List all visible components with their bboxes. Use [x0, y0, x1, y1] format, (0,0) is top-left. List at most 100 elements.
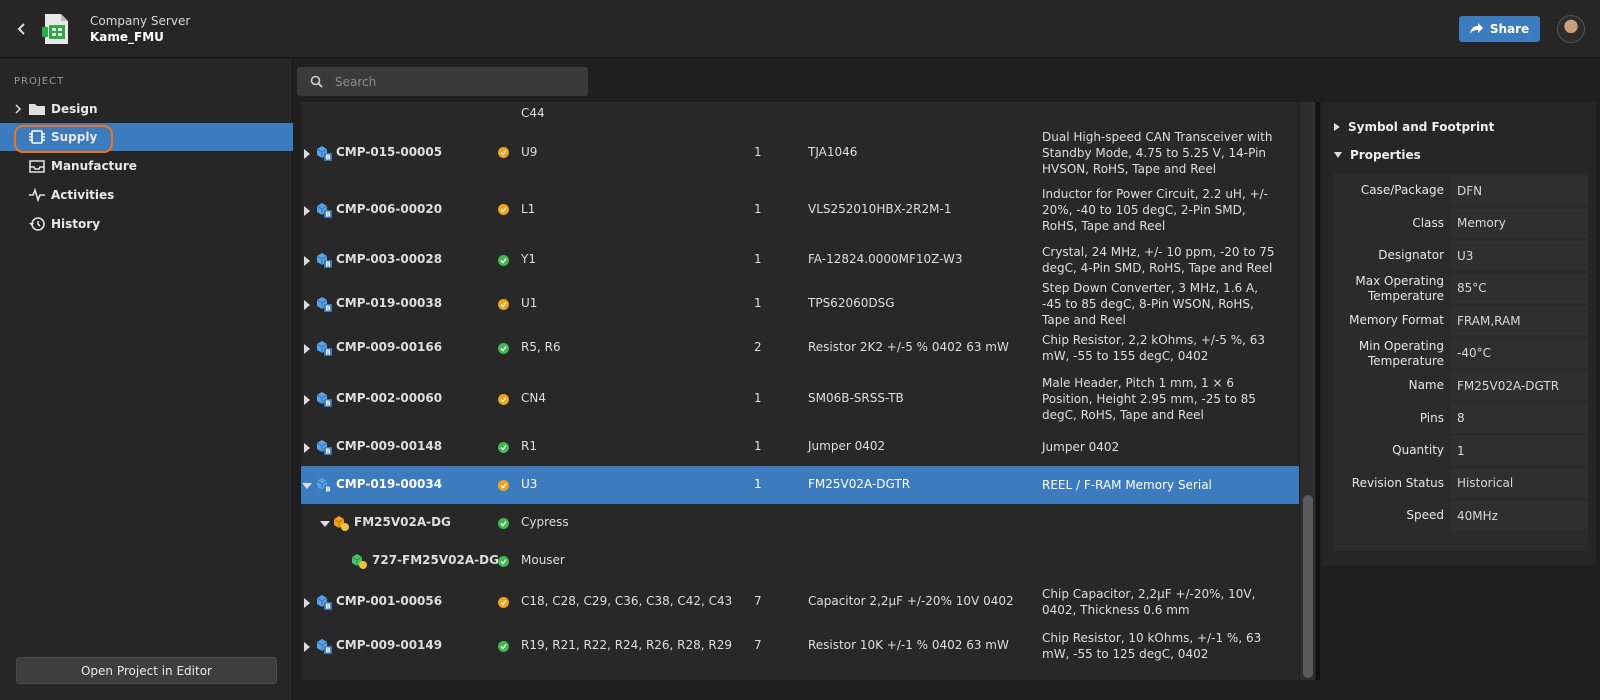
- svg-text:B: B: [325, 400, 330, 408]
- sidebar-item-history[interactable]: History: [0, 210, 293, 238]
- expand-caret-right-icon[interactable]: [302, 255, 312, 266]
- table-row[interactable]: FM25V02A-DG Cypress: [301, 504, 1299, 542]
- description-cell: Chip Resistor, 2,2 kOhms, +/-5 %, 63 mW,…: [1042, 333, 1266, 363]
- expand-caret-down-icon[interactable]: [320, 518, 330, 528]
- table-row[interactable]: B CMP-001-00056 C18, C28, C29, C36, C38, C…: [301, 580, 1299, 624]
- svg-text:B: B: [325, 153, 330, 161]
- sidebar-item-label: Activities: [51, 188, 115, 202]
- sidebar-item-design[interactable]: Design: [0, 95, 293, 123]
- part-id-cell[interactable]: CMP-001-00056: [336, 594, 442, 608]
- property-label: Revision Status: [1351, 475, 1444, 490]
- share-label: Share: [1489, 22, 1530, 36]
- svg-text:B: B: [325, 210, 330, 218]
- part-name-cell: Resistor 2K2 +/-5 % 0402 63 mW: [808, 340, 1009, 354]
- designators-cell: U1: [521, 296, 538, 310]
- designators-cell: Y1: [521, 252, 536, 266]
- supplier-part-icon: [351, 553, 367, 569]
- table-row[interactable]: 727-FM25V02A-DG Mouser: [301, 542, 1299, 580]
- search-icon: [310, 75, 323, 88]
- share-arrow-icon: [1469, 23, 1483, 34]
- share-button[interactable]: Share: [1459, 16, 1540, 42]
- part-id-cell[interactable]: CMP-009-00149: [336, 638, 442, 652]
- status-ok-icon: [498, 342, 509, 354]
- part-id-cell[interactable]: CMP-009-00166: [336, 340, 442, 354]
- expand-caret-right-icon[interactable]: [302, 394, 312, 405]
- section-title: Symbol and Footprint: [1348, 120, 1495, 134]
- designators-cell: R19, R21, R22, R24, R26, R28, R29: [521, 638, 733, 652]
- table-row[interactable]: B CMP-009-00148 R1 1 Jumper 0402 Jumper 0402: [301, 428, 1299, 466]
- panel-divider[interactable]: [1316, 102, 1320, 680]
- expand-caret-right-icon[interactable]: [302, 343, 312, 354]
- table-row[interactable]: B CMP-009-00149 R19, R21, R22, R24, R26, R…: [301, 624, 1299, 668]
- chevron-right-icon[interactable]: [14, 103, 22, 115]
- quantity-cell: 1: [754, 201, 762, 216]
- part-name-cell: TPS62060DSG: [808, 296, 895, 310]
- description-cell: Step Down Converter, 3 MHz, 1.6 A, -45 t…: [1042, 281, 1259, 327]
- table-row[interactable]: B CMP-006-00020 L1 1 VLS252010HBX-2R2M-1 Indu…: [301, 181, 1299, 238]
- part-id-cell[interactable]: CMP-009-00148: [336, 439, 442, 453]
- part-id-cell[interactable]: 727-FM25V02A-DG: [372, 553, 499, 567]
- sidebar-item-label: Design: [51, 102, 98, 116]
- part-id-cell[interactable]: CMP-002-00060: [336, 391, 442, 405]
- property-label: Max Operating Temperature: [1355, 273, 1444, 303]
- expand-caret-right-icon[interactable]: [302, 442, 312, 453]
- sidebar-item-supply[interactable]: Supply: [0, 123, 293, 153]
- user-avatar[interactable]: [1557, 15, 1585, 43]
- table-row[interactable]: B CMP-003-00028 Y1 1 FA-12824.0000MF10Z-W3 Cr…: [301, 238, 1299, 282]
- part-name-cell: TJA1046: [808, 144, 858, 159]
- table-row[interactable]: B CMP-019-00038 U1 1 TPS62060DSG Step Down Co…: [301, 281, 1299, 327]
- table-scrollbar-thumb[interactable]: [1303, 495, 1313, 678]
- history-icon: [28, 216, 46, 232]
- expand-caret-right-icon[interactable]: [302, 148, 312, 159]
- caret-down-icon: [1334, 152, 1342, 158]
- back-arrow-icon[interactable]: [14, 19, 30, 39]
- property-label: Min Operating Temperature: [1358, 338, 1444, 368]
- table-row[interactable]: B CMP-002-00060 CN4 1 SM06B-SRSS-TB Male Head…: [301, 370, 1299, 428]
- quantity-cell: 1: [754, 477, 762, 491]
- description-cell: Chip Resistor, 10 kOhms, +/-1 %, 63 mW, …: [1042, 631, 1262, 661]
- part-id-cell[interactable]: CMP-019-00034: [336, 477, 442, 491]
- property-label: Case/Package: [1360, 183, 1444, 197]
- property-label: Speed: [1406, 508, 1444, 522]
- caret-right-icon: [1334, 123, 1340, 131]
- sidebar-item-manufacture[interactable]: Manufacture: [0, 152, 293, 180]
- symbol-footprint-section-toggle[interactable]: Symbol and Footprint: [1334, 120, 1494, 134]
- component-cube-icon: B: [316, 145, 332, 161]
- part-id-cell[interactable]: CMP-003-00028: [336, 252, 442, 266]
- section-title: Properties: [1350, 148, 1421, 162]
- manufacturer-part-icon: [333, 515, 349, 531]
- part-id-cell[interactable]: CMP-006-00020: [336, 202, 442, 216]
- property-value: -40°C: [1451, 338, 1588, 368]
- designators-cell: C18, C28, C29, C36, C38, C42, C43: [521, 594, 733, 608]
- part-id-cell[interactable]: CMP-019-00038: [336, 296, 442, 310]
- svg-text:B: B: [325, 647, 330, 655]
- table-row[interactable]: B CMP-015-00005 U9 1 TJA1046 Dual High-speed …: [301, 124, 1299, 181]
- table-row[interactable]: B CMP-009-00166 R5, R6 2 Resistor 2K2 +/-5 %…: [301, 326, 1299, 370]
- status-ok-icon: [498, 640, 509, 652]
- expand-caret-right-icon[interactable]: [302, 205, 312, 216]
- description-cell: Male Header, Pitch 1 mm, 1 × 6 Position,…: [1042, 376, 1256, 422]
- open-project-in-editor-button[interactable]: Open Project in Editor: [16, 657, 277, 684]
- table-row[interactable]: B CMP-019-00034 U3 1 FM25V02A-DGTR REEL / F-R…: [301, 466, 1299, 504]
- component-cube-icon: B: [316, 252, 332, 269]
- quantity-cell: 7: [754, 594, 762, 608]
- status-warning-icon: [498, 393, 509, 405]
- expand-caret-right-icon[interactable]: [302, 299, 312, 310]
- expand-caret-down-icon[interactable]: [302, 480, 312, 490]
- search-input[interactable]: [335, 73, 575, 91]
- properties-section-toggle[interactable]: Properties: [1334, 148, 1421, 162]
- part-id-cell[interactable]: CMP-015-00005: [336, 145, 442, 159]
- designators-cell: Cypress: [521, 515, 569, 529]
- property-value: U3: [1451, 241, 1588, 270]
- part-id-cell[interactable]: FM25V02A-DG: [354, 515, 451, 529]
- supply-table: C44 B CMP-015-00005 U9 1 TJA1046 Dual High-sp…: [301, 102, 1299, 680]
- component-cube-icon: B: [316, 202, 332, 218]
- expand-caret-right-icon[interactable]: [302, 641, 312, 652]
- part-name-cell: Resistor 10K +/-1 % 0402 63 mW: [808, 638, 1009, 652]
- designators-cell: U9: [521, 144, 538, 159]
- table-row-partial: C44: [301, 102, 1299, 124]
- expand-caret-right-icon[interactable]: [302, 597, 312, 608]
- sidebar-item-activities[interactable]: Activities: [0, 181, 293, 209]
- description-cell: Chip Capacitor, 2,2µF +/-20%, 10V, 0402,…: [1042, 587, 1256, 617]
- property-value: 8: [1451, 403, 1588, 433]
